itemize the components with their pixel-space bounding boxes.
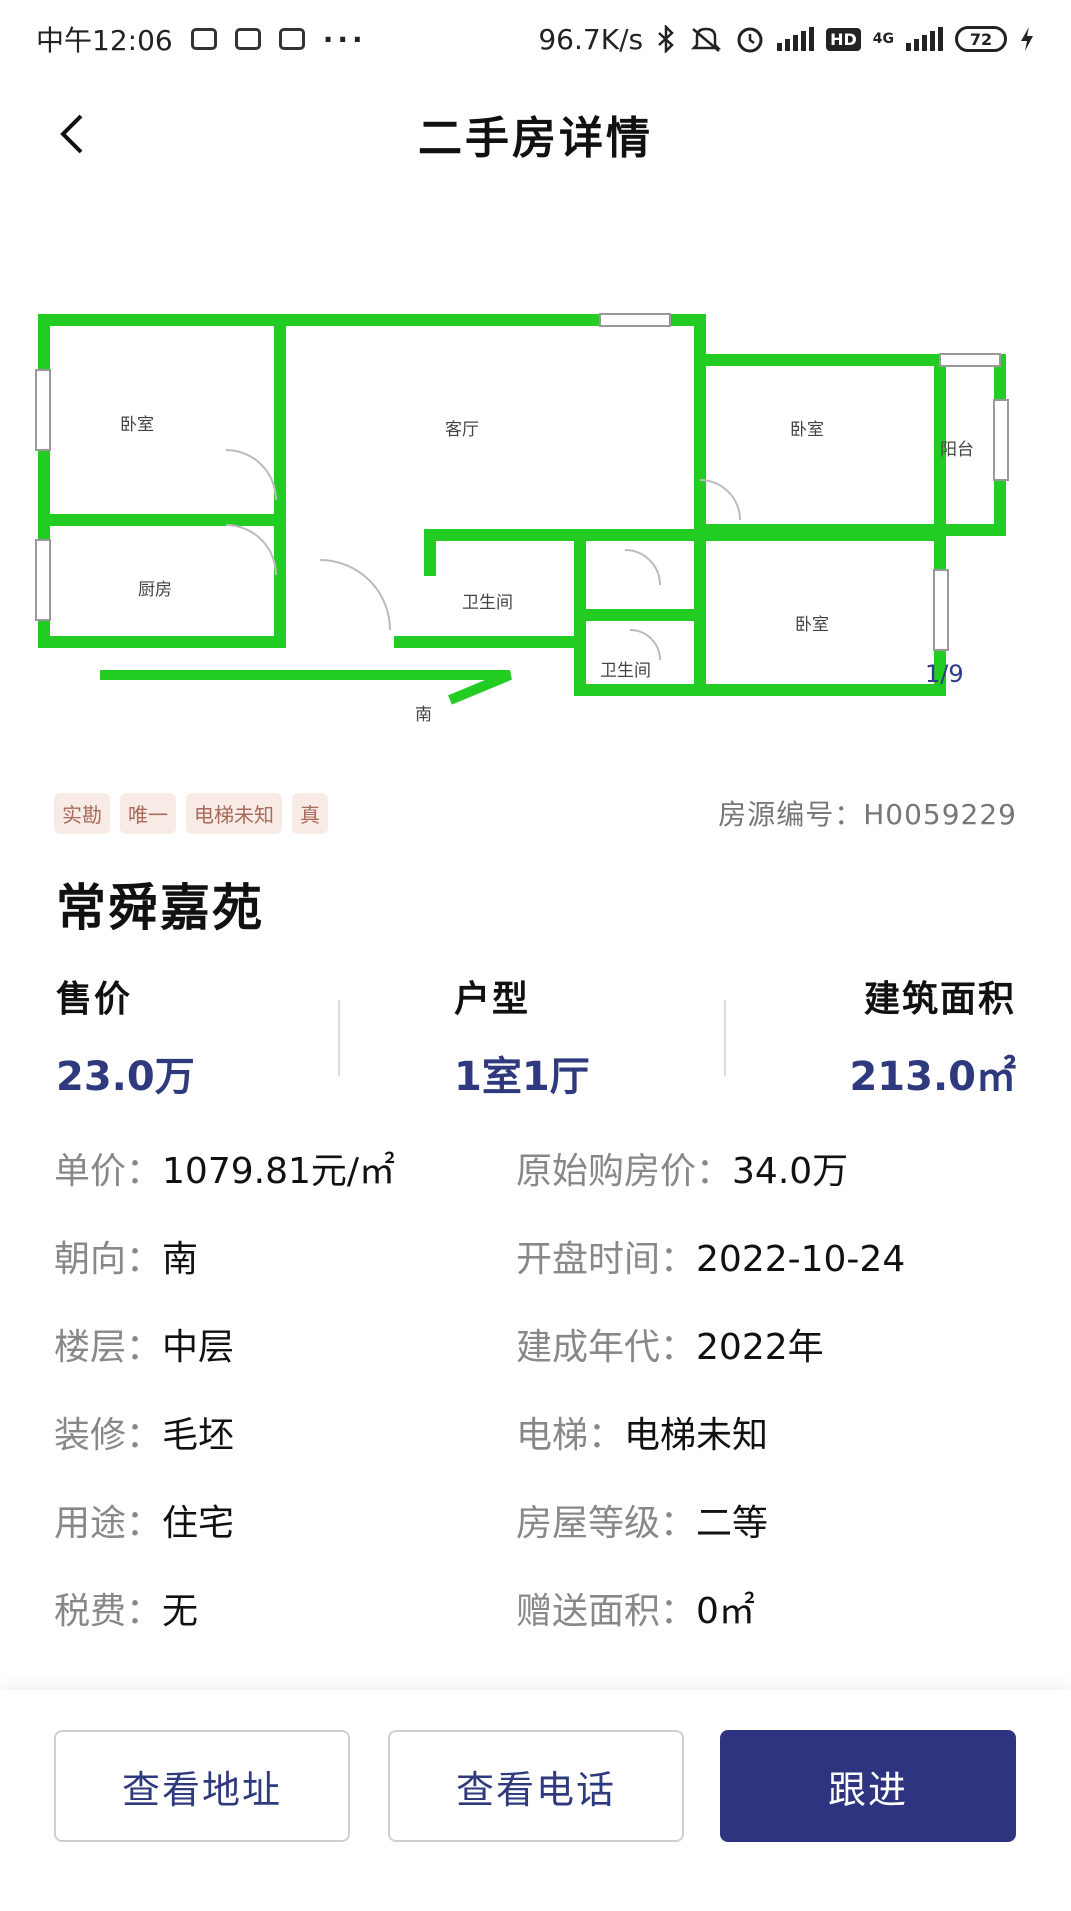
bottom-action-bar: 查看地址 查看电话 跟进 bbox=[0, 1690, 1071, 1911]
back-button[interactable] bbox=[40, 102, 104, 166]
alarm-icon bbox=[737, 27, 763, 53]
detail-row: 朝向：南 开盘时间：2022-10-24 bbox=[54, 1230, 1014, 1318]
hd-badge: HD bbox=[826, 27, 861, 51]
mute-icon bbox=[691, 27, 722, 52]
detail-value: 二等 bbox=[696, 1503, 769, 1544]
notification-icon bbox=[190, 28, 217, 50]
label-bath1: 卫生间 bbox=[462, 593, 513, 613]
detail-row: 装修：毛坯 电梯：电梯未知 bbox=[54, 1406, 1014, 1494]
detail-key: 单价： bbox=[54, 1151, 163, 1192]
detail-original-price: 原始购房价：34.0万 bbox=[516, 1142, 1014, 1230]
key-stats: 售价 23.0万 户型 1室1厅 建筑面积 213.0㎡ bbox=[56, 970, 1016, 1100]
detail-key: 电梯： bbox=[516, 1415, 625, 1456]
floorplan-image: 卧室 客厅 卧室 阳台 厨房 卫生间 卫生间 卧室 南 bbox=[35, 313, 1009, 725]
stat-divider bbox=[724, 1000, 726, 1076]
label-bedroom1: 卧室 bbox=[120, 415, 154, 435]
detail-unit-price: 单价：1079.81元/㎡ bbox=[54, 1142, 516, 1230]
stat-area-value: 213.0㎡ bbox=[849, 1054, 1016, 1100]
signal-icon bbox=[777, 27, 815, 51]
charging-icon bbox=[1021, 27, 1033, 51]
detail-row: 楼层：中层 建成年代：2022年 bbox=[54, 1318, 1014, 1406]
stat-divider bbox=[338, 1000, 340, 1076]
tags-row: 实勘 唯一 电梯未知 真 房源编号：H0059229 bbox=[54, 792, 1017, 834]
media-icon bbox=[234, 28, 261, 50]
detail-grade: 房屋等级：二等 bbox=[516, 1494, 1014, 1582]
detail-built-year: 建成年代：2022年 bbox=[516, 1318, 1014, 1406]
detail-value: 毛坯 bbox=[162, 1415, 235, 1456]
label-bedroom2: 卧室 bbox=[790, 420, 824, 440]
detail-key: 用途： bbox=[54, 1503, 163, 1544]
stat-price-value: 23.0万 bbox=[56, 1054, 195, 1100]
tag-survey: 实勘 bbox=[54, 792, 110, 834]
detail-key: 房屋等级： bbox=[516, 1503, 697, 1544]
page-title: 二手房详情 bbox=[418, 113, 653, 164]
more-notifications: ··· bbox=[322, 22, 367, 56]
label-bedroom3: 卧室 bbox=[795, 615, 829, 635]
detail-row: 税费：无 赠送面积：0㎡ bbox=[54, 1582, 1014, 1670]
detail-value: 1079.81元/㎡ bbox=[162, 1151, 396, 1192]
label-bath2: 卫生间 bbox=[600, 661, 651, 681]
net-speed: 96.7K/s bbox=[538, 22, 644, 56]
stat-layout: 户型 1室1厅 bbox=[454, 970, 590, 1102]
estate-name: 常舜嘉苑 bbox=[56, 879, 264, 937]
detail-value: 2022-10-24 bbox=[696, 1239, 906, 1280]
stat-layout-label: 户型 bbox=[454, 979, 531, 1020]
detail-gift-area: 赠送面积：0㎡ bbox=[516, 1582, 1014, 1670]
battery-icon: 72 bbox=[955, 26, 1007, 52]
detail-orientation: 朝向：南 bbox=[54, 1230, 516, 1318]
sync-icon bbox=[278, 28, 305, 50]
detail-floor: 楼层：中层 bbox=[54, 1318, 516, 1406]
detail-usage: 用途：住宅 bbox=[54, 1494, 516, 1582]
detail-key: 原始购房价： bbox=[516, 1151, 733, 1192]
stat-price-label: 售价 bbox=[56, 979, 133, 1020]
view-address-button[interactable]: 查看地址 bbox=[54, 1730, 350, 1842]
detail-key: 楼层： bbox=[54, 1327, 163, 1368]
signal-icon-2 bbox=[906, 27, 943, 51]
photo-counter: 1/9 bbox=[925, 660, 964, 688]
page-header: 二手房详情 bbox=[0, 78, 1071, 190]
stat-area-label: 建筑面积 bbox=[863, 979, 1016, 1020]
detail-value: 电梯未知 bbox=[624, 1415, 769, 1456]
label-south: 南 bbox=[415, 705, 432, 725]
detail-row: 用途：住宅 房屋等级：二等 bbox=[54, 1494, 1014, 1582]
detail-key: 建成年代： bbox=[516, 1327, 697, 1368]
status-bar: 中午12:06 ··· 96.7K/s HD 4G 72 bbox=[0, 0, 1071, 78]
chevron-left-icon bbox=[60, 114, 83, 154]
bluetooth-icon bbox=[658, 25, 674, 53]
detail-value: 无 bbox=[162, 1591, 199, 1632]
detail-value: 住宅 bbox=[162, 1503, 235, 1544]
detail-value: 0㎡ bbox=[696, 1591, 755, 1632]
detail-value: 中层 bbox=[162, 1327, 235, 1368]
tag-unique: 唯一 bbox=[120, 792, 176, 834]
network-type: 4G bbox=[872, 31, 894, 47]
stat-area: 建筑面积 213.0㎡ bbox=[849, 970, 1016, 1102]
detail-value: 南 bbox=[162, 1239, 199, 1280]
detail-key: 装修： bbox=[54, 1415, 163, 1456]
detail-open-date: 开盘时间：2022-10-24 bbox=[516, 1230, 1014, 1318]
follow-up-button[interactable]: 跟进 bbox=[720, 1730, 1016, 1842]
details-grid: 单价：1079.81元/㎡ 原始购房价：34.0万 朝向：南 开盘时间：2022… bbox=[54, 1142, 1014, 1670]
detail-decoration: 装修：毛坯 bbox=[54, 1406, 516, 1494]
label-kitchen: 厨房 bbox=[138, 580, 172, 600]
tag-real: 真 bbox=[292, 792, 328, 834]
house-photo-carousel[interactable]: 卧室 客厅 卧室 阳台 厨房 卫生间 卫生间 卧室 南 bbox=[0, 190, 1071, 770]
detail-row: 单价：1079.81元/㎡ 原始购房价：34.0万 bbox=[54, 1142, 1014, 1230]
detail-key: 朝向： bbox=[54, 1239, 163, 1280]
detail-key: 开盘时间： bbox=[516, 1239, 697, 1280]
detail-tax: 税费：无 bbox=[54, 1582, 516, 1670]
status-time: 中午12:06 bbox=[36, 24, 173, 57]
house-code: 房源编号：H0059229 bbox=[718, 798, 1017, 831]
stat-layout-value: 1室1厅 bbox=[454, 1054, 590, 1100]
detail-elevator: 电梯：电梯未知 bbox=[516, 1406, 1014, 1494]
label-balcony: 阳台 bbox=[940, 440, 974, 460]
label-living: 客厅 bbox=[445, 420, 479, 440]
stat-price: 售价 23.0万 bbox=[56, 970, 195, 1102]
detail-key: 赠送面积： bbox=[516, 1591, 697, 1632]
tag-elevator: 电梯未知 bbox=[186, 792, 282, 834]
detail-value: 34.0万 bbox=[732, 1151, 849, 1192]
detail-key: 税费： bbox=[54, 1591, 163, 1632]
view-phone-button[interactable]: 查看电话 bbox=[388, 1730, 684, 1842]
detail-value: 2022年 bbox=[696, 1327, 824, 1368]
